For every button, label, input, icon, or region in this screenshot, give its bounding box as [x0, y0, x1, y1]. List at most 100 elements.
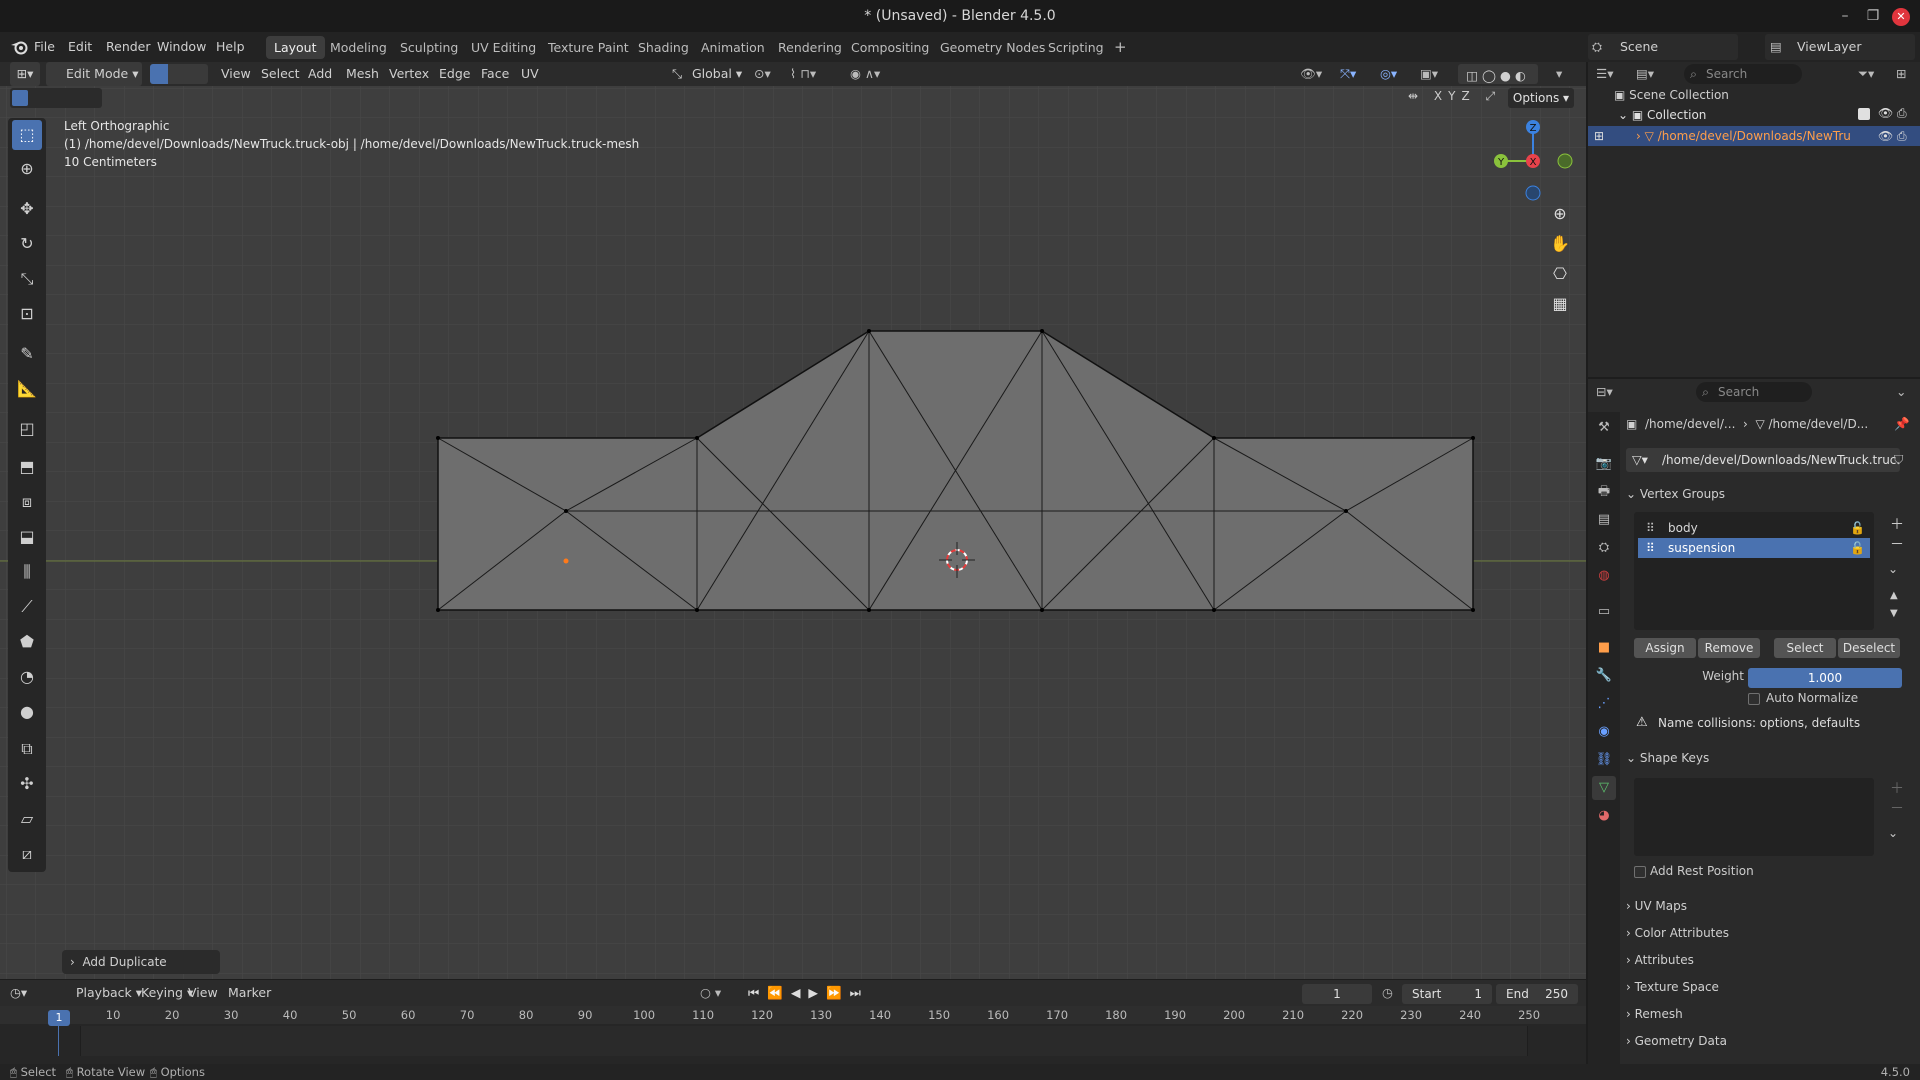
bevel-tool-icon[interactable]: ⬓: [12, 522, 42, 552]
remove-shape-key-button[interactable]: －: [1890, 798, 1904, 818]
texture-space-panel-header[interactable]: › Texture Space: [1626, 975, 1914, 999]
vertex-group-suspension[interactable]: suspension: [1638, 538, 1870, 558]
shading-modes[interactable]: ◫◯●◐: [1458, 64, 1538, 84]
zoom-icon[interactable]: ⊕: [1546, 200, 1574, 228]
uv-maps-panel-header[interactable]: › UV Maps: [1626, 894, 1914, 918]
tab-rendering[interactable]: Rendering: [770, 36, 850, 59]
add-shape-key-button[interactable]: ＋: [1890, 778, 1904, 798]
properties-editor-icon[interactable]: ⊟▾: [1596, 380, 1613, 404]
remove-button[interactable]: Remove: [1698, 638, 1760, 658]
maximize-button[interactable]: ❐: [1858, 0, 1888, 32]
knife-tool-icon[interactable]: ⟋: [12, 592, 42, 622]
vertex-group-lock-icon[interactable]: 🔓: [1850, 518, 1865, 538]
menu-mesh[interactable]: Mesh: [346, 62, 379, 86]
shading-options-icon[interactable]: ▾: [1556, 62, 1562, 86]
object-visibility-icon[interactable]: 👁 ⎙: [1878, 126, 1907, 146]
menu-timeline-view[interactable]: View: [188, 981, 218, 1005]
world-tab-icon[interactable]: ◍: [1592, 564, 1616, 588]
move-tool-icon[interactable]: ✥: [12, 194, 42, 224]
tab-compositing[interactable]: Compositing: [843, 36, 937, 59]
cursor-tool-icon[interactable]: ⊕: [12, 154, 42, 184]
menu-uv[interactable]: UV: [521, 62, 539, 86]
auto-normalize-checkbox[interactable]: [1748, 693, 1760, 705]
transform-tool-icon[interactable]: ⊡: [12, 299, 42, 329]
menu-window[interactable]: Window: [157, 32, 206, 62]
options-dropdown[interactable]: Options ▾: [1508, 88, 1574, 108]
vertex-select-icon[interactable]: [150, 64, 168, 84]
assign-button[interactable]: Assign: [1634, 638, 1696, 658]
tab-geometry-nodes[interactable]: Geometry Nodes: [932, 36, 1053, 59]
loop-cut-tool-icon[interactable]: ⫼: [12, 557, 42, 587]
mesh-edit-overlay-icon[interactable]: ▣▾: [1420, 62, 1438, 86]
weight-slider[interactable]: 1.000: [1748, 668, 1902, 688]
menu-marker[interactable]: Marker: [228, 981, 271, 1005]
shape-keys-panel-header[interactable]: ⌄ Shape Keys: [1626, 746, 1914, 770]
scale-tool-icon[interactable]: ⤡: [12, 264, 42, 294]
rip-tool-icon[interactable]: ⧄: [12, 839, 42, 869]
tab-uv-editing[interactable]: UV Editing: [463, 36, 544, 59]
shear-tool-icon[interactable]: ▱: [12, 804, 42, 834]
measure-tool-icon[interactable]: 📐: [12, 374, 42, 404]
collection-checkbox[interactable]: [1858, 108, 1870, 120]
menu-edge[interactable]: Edge: [439, 62, 470, 86]
view-layer-tab-icon[interactable]: ▤: [1592, 508, 1616, 532]
properties-options-icon[interactable]: ⌄: [1896, 380, 1906, 404]
select-box-tool-icon[interactable]: ⬚: [12, 120, 42, 150]
pin-icon[interactable]: 📌: [1894, 412, 1910, 436]
outliner-search-input[interactable]: Search: [1684, 64, 1802, 84]
menu-render[interactable]: Render: [106, 32, 151, 62]
mirror-axes[interactable]: ⇹ XYZ ⤢: [1408, 89, 1501, 104]
select-new-icon[interactable]: [12, 90, 28, 106]
tab-shading[interactable]: Shading: [630, 36, 697, 59]
collection-tab-icon[interactable]: ▭: [1592, 600, 1616, 624]
mode-selector[interactable]: Edit Mode ▾: [46, 62, 142, 86]
move-down-icon[interactable]: ▼: [1890, 608, 1898, 619]
collection-row[interactable]: ⌄ ▣ Collection: [1618, 106, 1920, 124]
tab-scripting[interactable]: Scripting: [1040, 36, 1112, 59]
current-frame-field[interactable]: 1: [1302, 984, 1372, 1004]
constraints-tab-icon[interactable]: ⛓: [1592, 748, 1616, 772]
outliner-editor-icon[interactable]: ☰▾: [1596, 62, 1613, 86]
geometry-data-panel-header[interactable]: › Geometry Data: [1626, 1029, 1914, 1053]
menu-edit[interactable]: Edit: [68, 32, 92, 62]
inset-tool-icon[interactable]: ⧈: [12, 487, 42, 517]
menu-file[interactable]: File: [34, 32, 55, 62]
tool-tab-icon[interactable]: ⚒: [1592, 416, 1616, 440]
attributes-panel-header[interactable]: › Attributes: [1626, 948, 1914, 972]
tab-layout[interactable]: Layout: [266, 36, 325, 59]
tab-animation[interactable]: Animation: [693, 36, 773, 59]
physics-tab-icon[interactable]: ◉: [1592, 720, 1616, 744]
3d-viewport[interactable]: Left Orthographic (1) /home/devel/Downlo…: [0, 86, 1586, 979]
outliner-filter-icon[interactable]: ⏷▾: [1858, 62, 1874, 86]
shape-keys-list[interactable]: [1634, 778, 1874, 856]
timeline-editor-icon[interactable]: ◷▾: [10, 981, 27, 1005]
render-tab-icon[interactable]: 📷: [1592, 452, 1616, 476]
camera-view-icon[interactable]: ⎔: [1546, 260, 1574, 288]
menu-vertex[interactable]: Vertex: [389, 62, 429, 86]
menu-add[interactable]: Add: [308, 62, 332, 86]
remesh-panel-header[interactable]: › Remesh: [1626, 1002, 1914, 1026]
output-tab-icon[interactable]: 🖶: [1592, 480, 1616, 504]
deselect-button[interactable]: Deselect: [1838, 638, 1900, 658]
navigation-gizmo[interactable]: Z Y X: [1488, 114, 1578, 204]
tab-texture-paint[interactable]: Texture Paint: [540, 36, 637, 59]
mesh-datablock-field[interactable]: /home/devel/Downloads/NewTruck.truc...: [1626, 448, 1900, 472]
menu-keying[interactable]: Keying ▾: [141, 981, 193, 1005]
tab-sculpting[interactable]: Sculpting: [392, 36, 466, 59]
snap-icon[interactable]: ⌇ ⊓▾: [790, 62, 816, 86]
menu-view[interactable]: View: [221, 62, 251, 86]
transform-orientation[interactable]: Global ▾: [672, 62, 742, 86]
shape-key-specials-icon[interactable]: ⌄: [1888, 826, 1898, 840]
ortho-grid-icon[interactable]: ▦: [1546, 290, 1574, 318]
add-workspace-button[interactable]: +: [1106, 36, 1135, 59]
add-vertex-group-button[interactable]: ＋: [1890, 514, 1904, 534]
mesh-datablock-icon[interactable]: ▽▾: [1632, 448, 1648, 472]
scene-selector[interactable]: Scene: [1588, 34, 1738, 60]
end-frame-field[interactable]: End 250: [1496, 984, 1578, 1004]
playback-controls[interactable]: ⏮⏪◀▶⏩⏭: [748, 981, 869, 1005]
move-up-icon[interactable]: ▲: [1890, 590, 1898, 601]
particles-tab-icon[interactable]: ⋰: [1592, 692, 1616, 716]
pan-hand-icon[interactable]: ✋: [1546, 230, 1574, 258]
box-select-modes[interactable]: [10, 88, 102, 108]
gizmo-icon[interactable]: ⤧▾: [1340, 62, 1356, 86]
